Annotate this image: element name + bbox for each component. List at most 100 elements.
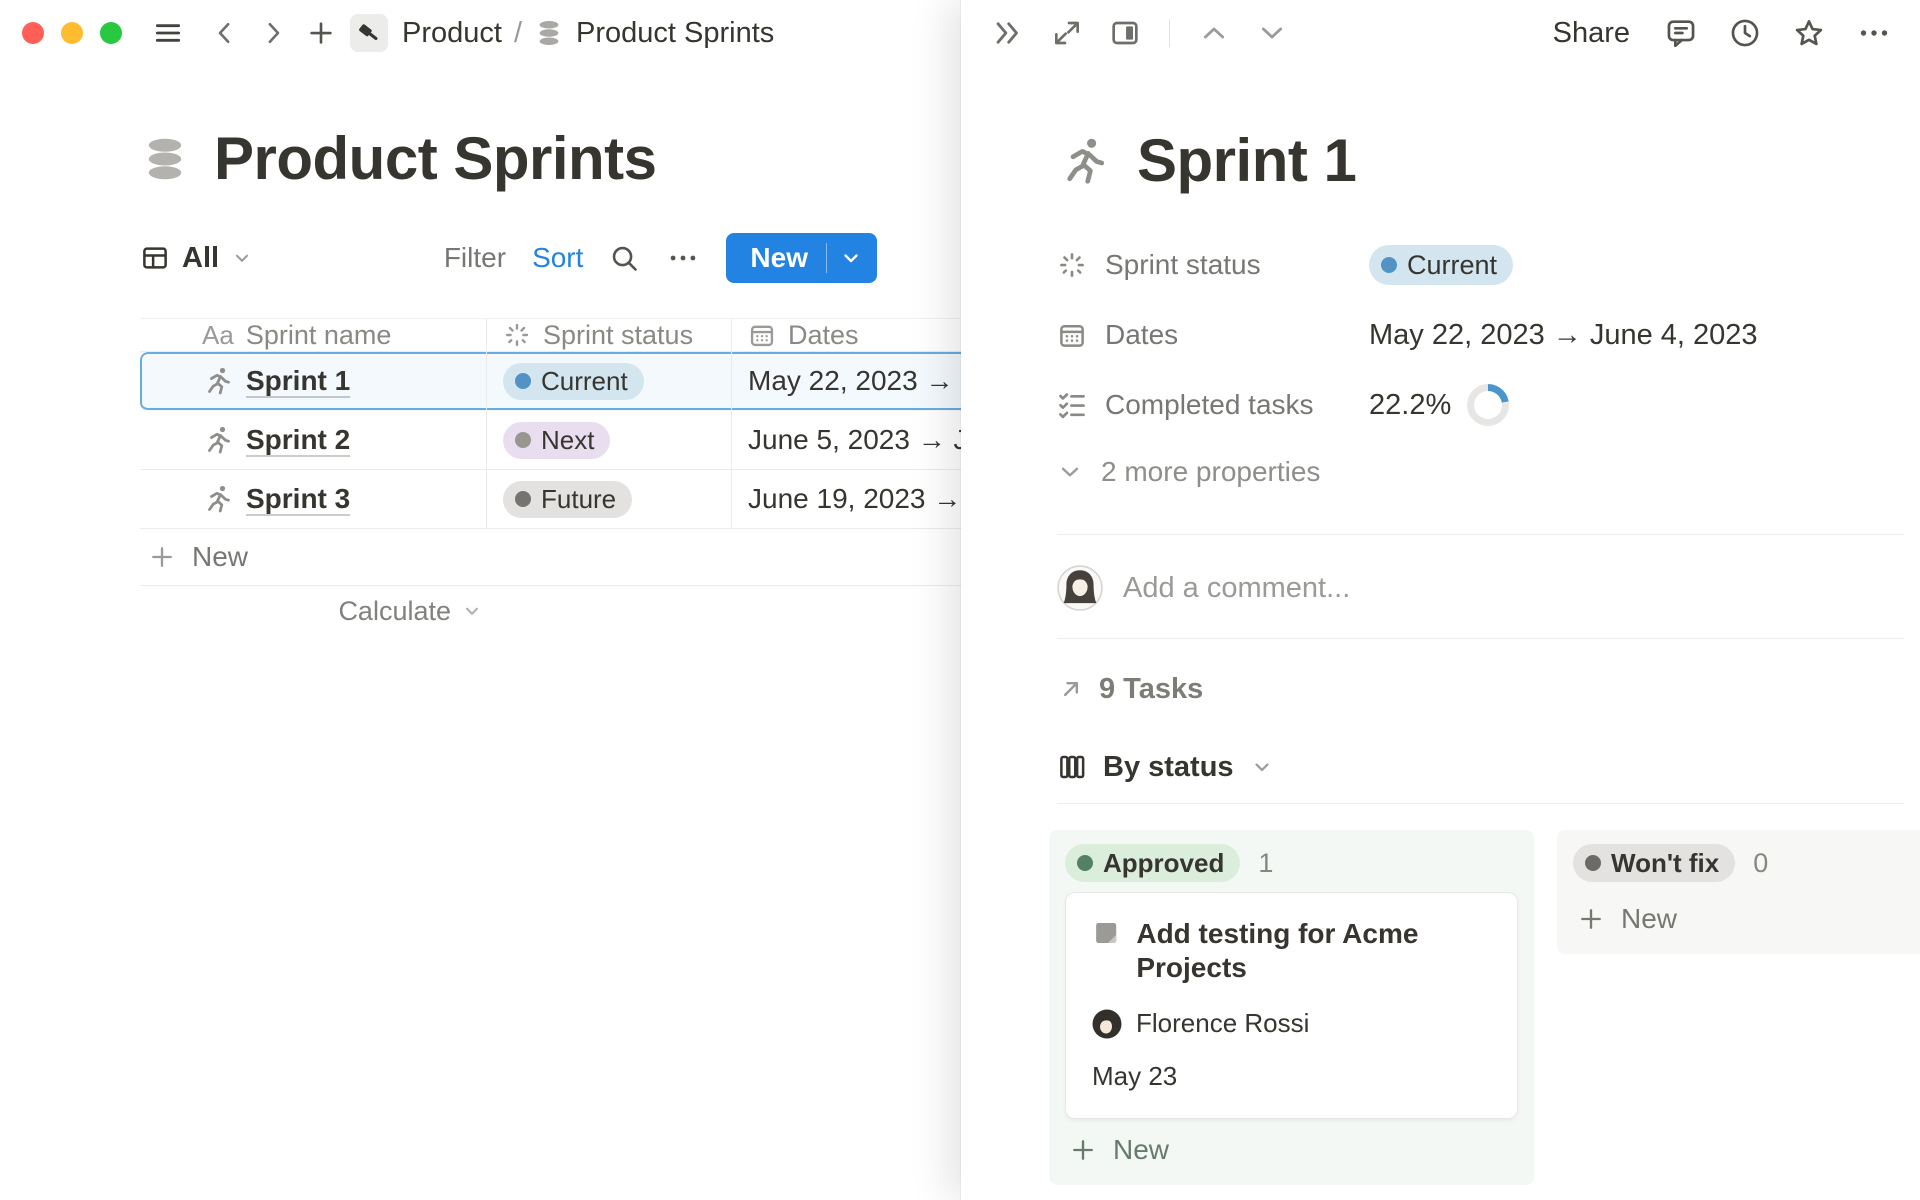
chevron-down-icon (231, 247, 253, 269)
status-dot (1077, 855, 1093, 871)
sort-button[interactable]: Sort (532, 242, 583, 274)
breadcrumb-page[interactable]: Product Sprints (576, 17, 774, 50)
workspace-hammer-icon[interactable] (350, 14, 388, 52)
sprint-name-link[interactable]: Sprint 3 (246, 483, 350, 515)
person-running-icon[interactable] (1057, 134, 1111, 188)
status-label: Approved (1103, 848, 1224, 879)
new-card-label: New (1621, 903, 1677, 935)
more-options-icon[interactable] (666, 241, 700, 275)
notion-window: Product / Product Sprints Product Sprint… (0, 0, 1920, 1200)
page-title: Product Sprints (214, 124, 657, 193)
tasks-backlink[interactable]: 9 Tasks (1057, 668, 1203, 710)
column-header[interactable]: Approved 1 (1065, 844, 1518, 882)
peek-actions: Share (1553, 15, 1892, 51)
breadcrumb-app[interactable]: Product (402, 17, 502, 50)
column-header-sprint-status[interactable]: Sprint status (487, 319, 732, 351)
property-label-row[interactable]: Dates (1057, 319, 1369, 351)
view-tab-label: By status (1103, 751, 1234, 784)
status-label: Next (541, 425, 594, 456)
status-pill: Current (1369, 245, 1513, 285)
board-new-card-button[interactable]: New (1573, 896, 1920, 942)
status-label: Current (541, 366, 628, 397)
person-running-icon (202, 365, 234, 397)
progress-ring (1467, 384, 1509, 426)
close-peek-icon[interactable] (991, 16, 1025, 50)
sprint-name-cell[interactable]: Sprint 1 (140, 352, 487, 410)
plus-icon (148, 543, 176, 571)
new-record-button[interactable]: New (726, 233, 877, 283)
updates-clock-icon[interactable] (1728, 16, 1762, 50)
status-dot (515, 373, 531, 389)
table-view-icon (140, 243, 170, 273)
property-value[interactable]: May 22, 2023 → June 4, 2023 (1369, 319, 1758, 352)
sprint-name-cell[interactable]: Sprint 2 (140, 411, 487, 469)
sprint-status-cell[interactable]: Next (487, 411, 732, 469)
status-label: Current (1407, 250, 1497, 281)
share-button[interactable]: Share (1553, 17, 1630, 50)
property-label: Completed tasks (1105, 389, 1314, 421)
column-count: 0 (1753, 848, 1768, 879)
column-header[interactable]: Won't fix 0 (1573, 844, 1920, 882)
sprint-name-cell[interactable]: Sprint 3 (140, 470, 487, 528)
person-running-icon (202, 483, 234, 515)
search-icon[interactable] (609, 243, 640, 274)
status-property-icon (503, 321, 531, 349)
new-tab-button[interactable] (306, 18, 336, 48)
sprint-name-link[interactable]: Sprint 1 (246, 365, 350, 397)
nav-back-button[interactable] (210, 18, 240, 48)
view-tab-label: All (182, 242, 219, 275)
status-label: Future (541, 484, 616, 515)
status-label: Won't fix (1611, 848, 1719, 879)
close-window-button[interactable] (22, 22, 44, 44)
status-dot (1381, 257, 1397, 273)
section-divider (1057, 534, 1904, 535)
property-dates: Dates May 22, 2023 → June 4, 2023 (1057, 300, 1880, 370)
sprint-status-cell[interactable]: Future (487, 470, 732, 528)
sprint-status-cell[interactable]: Current (487, 352, 732, 410)
breadcrumb: Product / Product Sprints (402, 17, 774, 50)
record-title[interactable]: Sprint 1 (1137, 126, 1356, 195)
status-dot (515, 432, 531, 448)
filter-button[interactable]: Filter (444, 242, 506, 274)
next-record-icon[interactable] (1256, 17, 1288, 49)
traffic-lights (22, 22, 122, 44)
text-property-icon: Aa (202, 320, 234, 351)
property-label-row[interactable]: Completed tasks (1057, 389, 1369, 421)
property-value[interactable]: Current (1369, 245, 1513, 285)
property-label: Dates (1105, 319, 1178, 351)
database-icon (534, 18, 564, 48)
new-record-dropdown[interactable] (827, 246, 877, 270)
zoom-window-button[interactable] (100, 22, 122, 44)
more-options-icon[interactable] (1856, 15, 1892, 51)
previous-record-icon[interactable] (1198, 17, 1230, 49)
property-label-row[interactable]: Sprint status (1057, 249, 1369, 281)
board-view-icon (1057, 752, 1087, 782)
task-card[interactable]: Add testing for Acme Projects Florence R… (1065, 892, 1518, 1119)
status-dot (515, 491, 531, 507)
arrow-up-right-icon (1057, 675, 1085, 703)
board-new-card-button[interactable]: New (1065, 1127, 1518, 1173)
comments-icon[interactable] (1664, 16, 1698, 50)
property-list: Sprint status Current Dates May 22, 2023… (1057, 230, 1880, 504)
new-record-label: New (726, 242, 826, 274)
toolbar-actions: Filter Sort New (444, 233, 877, 283)
nav-forward-button[interactable] (258, 18, 288, 48)
minimize-window-button[interactable] (61, 22, 83, 44)
card-assignee-row: Florence Rossi (1092, 1008, 1491, 1039)
expand-page-icon[interactable] (1051, 17, 1083, 49)
database-icon[interactable] (140, 134, 190, 184)
assignee-name: Florence Rossi (1136, 1008, 1309, 1039)
property-value[interactable]: 22.2% (1369, 384, 1509, 426)
calculate-button[interactable]: Calculate (140, 586, 487, 636)
tab-all-view[interactable]: All (140, 242, 253, 275)
favorite-star-icon[interactable] (1792, 16, 1826, 50)
card-title[interactable]: Add testing for Acme Projects (1136, 917, 1491, 984)
board-view-tab[interactable]: By status (1057, 744, 1274, 790)
more-properties-toggle[interactable]: 2 more properties (1057, 440, 1880, 504)
peek-nav-controls (991, 16, 1288, 50)
sprint-name-link[interactable]: Sprint 2 (246, 424, 350, 456)
sidebar-menu-icon[interactable] (152, 17, 184, 49)
side-peek-icon[interactable] (1109, 17, 1141, 49)
comment-input-row[interactable]: Add a comment... (1057, 565, 1350, 611)
column-header-sprint-name[interactable]: Aa Sprint name (140, 319, 487, 351)
